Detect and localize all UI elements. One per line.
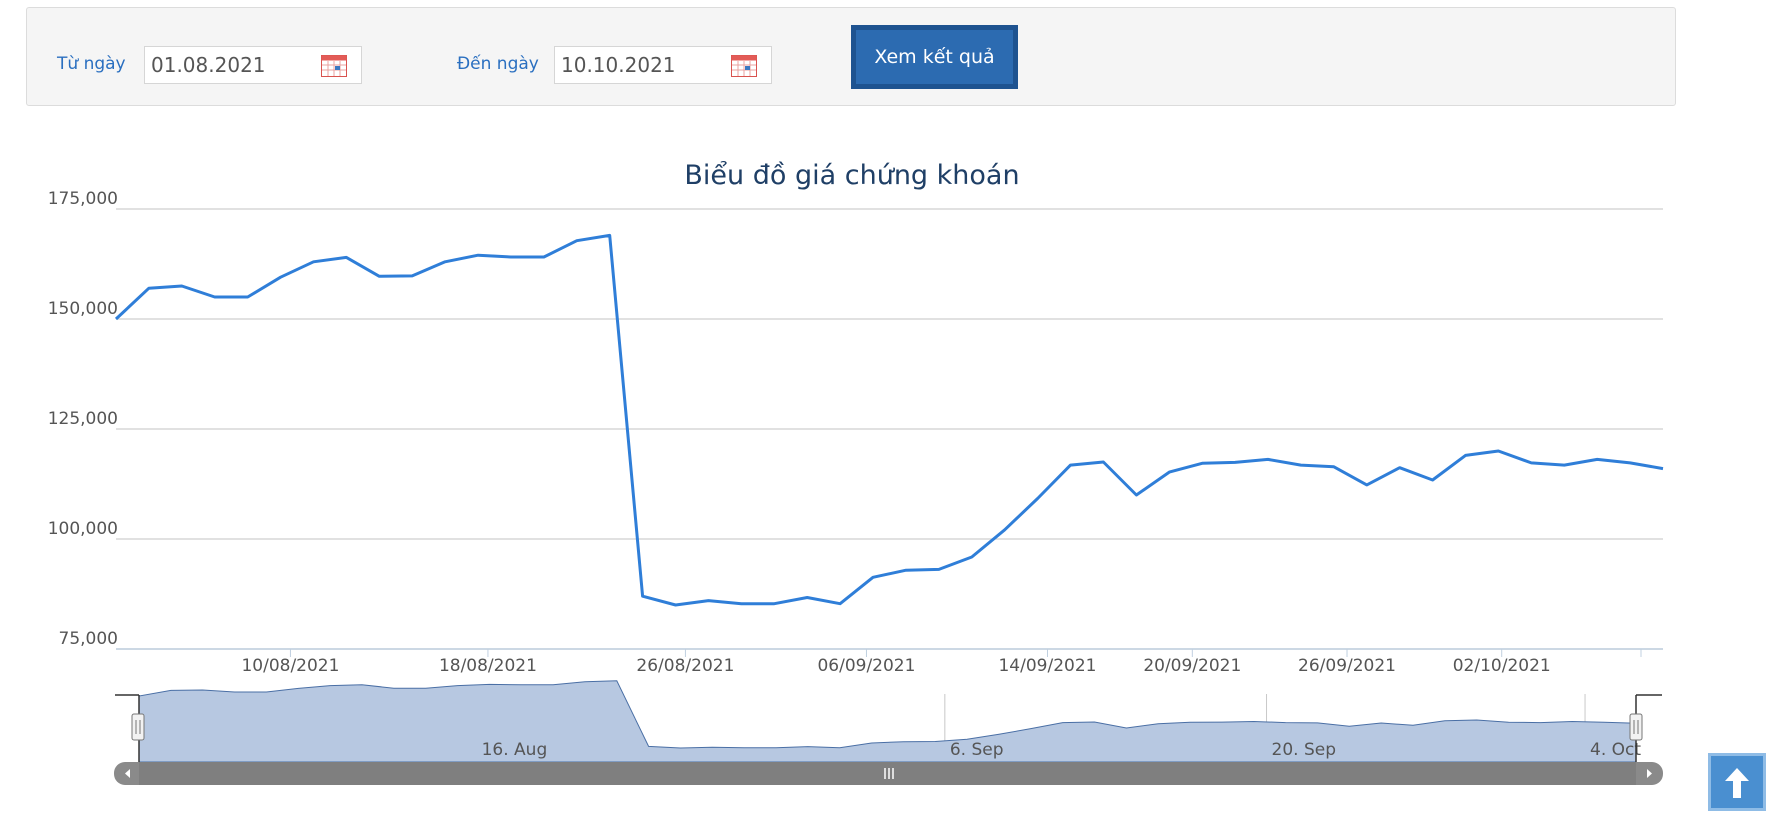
- grid-lines: [116, 208, 1663, 650]
- y-tick-label: 75,000: [59, 629, 118, 649]
- x-tick-label: 10/08/2021: [241, 656, 339, 676]
- calendar-icon[interactable]: [731, 55, 757, 77]
- chart-title: Biểu đồ giá chứng khoán: [684, 160, 1019, 191]
- navigator-tick-label: 6. Sep: [950, 740, 1004, 760]
- y-tick-label: 100,000: [48, 519, 118, 539]
- x-tick-label: 06/09/2021: [817, 656, 915, 676]
- y-axis-ticks: 75,000 100,000 125,000 150,000 175,000: [48, 189, 118, 649]
- x-tick-label: 26/08/2021: [636, 656, 734, 676]
- x-axis-ticks: 10/08/2021 18/08/2021 26/08/2021 06/09/2021…: [241, 649, 1642, 676]
- x-tick-label: 14/09/2021: [998, 656, 1096, 676]
- x-tick-label: 20/09/2021: [1143, 656, 1241, 676]
- view-results-button[interactable]: Xem kết quả: [851, 25, 1018, 89]
- from-date-label: Từ ngày: [57, 54, 126, 74]
- navigator-tick-label: 4. Oct: [1590, 740, 1641, 760]
- navigator-scrollbar[interactable]: [114, 762, 1663, 785]
- navigator-handle-right[interactable]: [1629, 713, 1643, 741]
- price-series-line: [114, 233, 1664, 607]
- navigator[interactable]: 16. Aug 6. Sep 20. Sep 4. Oct: [115, 680, 1662, 765]
- from-date-field[interactable]: [144, 46, 362, 84]
- y-tick-label: 150,000: [48, 299, 118, 319]
- to-date-field[interactable]: [554, 46, 772, 84]
- x-tick-label: 18/08/2021: [439, 656, 537, 676]
- scroll-top-button[interactable]: [1708, 753, 1766, 811]
- from-date-input[interactable]: [151, 51, 311, 79]
- arrow-up-icon[interactable]: [1711, 756, 1763, 808]
- navigator-tick-label: 16. Aug: [482, 740, 548, 760]
- calendar-icon[interactable]: [321, 55, 347, 77]
- x-tick-label: 26/09/2021: [1298, 656, 1396, 676]
- stock-price-chart: Biểu đồ giá chứng khoán 75,000 100,000 125…: [48, 160, 1664, 785]
- y-tick-label: 175,000: [48, 189, 118, 209]
- navigator-handle-left[interactable]: [131, 713, 145, 741]
- to-date-input[interactable]: [561, 51, 721, 79]
- x-tick-label: 02/10/2021: [1453, 656, 1551, 676]
- y-tick-label: 125,000: [48, 409, 118, 429]
- navigator-tick-label: 20. Sep: [1272, 740, 1336, 760]
- scrollbar-thumb[interactable]: [139, 762, 1636, 785]
- to-date-label: Đến ngày: [457, 54, 539, 74]
